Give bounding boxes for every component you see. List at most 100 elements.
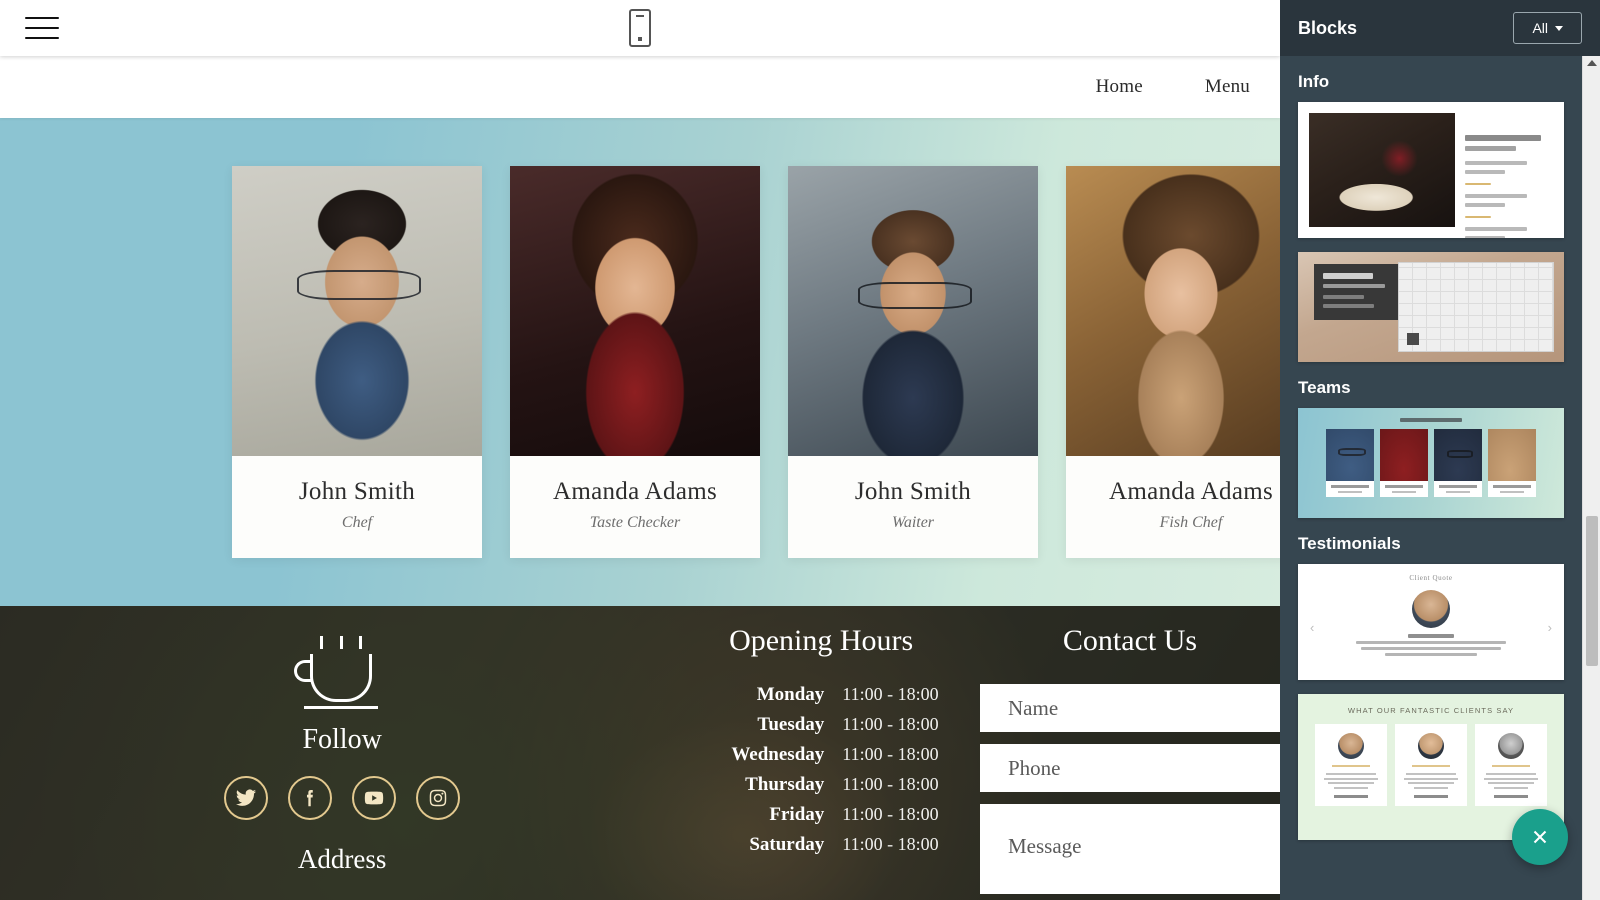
hours-time: 11:00 - 18:00 xyxy=(842,744,939,764)
team-member-role: Taste Checker xyxy=(589,514,681,531)
thumb-avatar xyxy=(1412,590,1450,628)
hours-time: 11:00 - 18:00 xyxy=(842,804,939,824)
team-member-role: Chef xyxy=(341,514,373,531)
contact-us-heading: Contact Us xyxy=(1062,624,1198,657)
hours-time: 11:00 - 18:00 xyxy=(842,714,939,734)
blocks-panel-body[interactable]: Info Teams Testimonials Client Quote ‹ ›… xyxy=(1280,56,1582,900)
name-field[interactable]: Name xyxy=(980,684,1280,732)
thumb-map-image xyxy=(1398,262,1554,352)
team-member-info: John Smith Waiter xyxy=(788,456,1038,558)
address-heading: Address xyxy=(297,844,387,874)
category-filter-dropdown[interactable]: All xyxy=(1513,12,1582,44)
mobile-device-icon[interactable] xyxy=(629,9,651,47)
phone-field-placeholder: Phone xyxy=(1008,755,1061,780)
panel-scrollbar[interactable] xyxy=(1582,56,1600,900)
blocks-panel-title: Blocks xyxy=(1298,17,1358,38)
hours-row: Friday 11:00 - 18:00 xyxy=(684,804,958,826)
block-thumb-our-awesome-team[interactable] xyxy=(1298,408,1564,518)
team-member-role: Fish Chef xyxy=(1159,514,1223,531)
editor-toolbar xyxy=(0,0,1280,56)
team-member-name: John Smith xyxy=(298,478,416,505)
follow-heading: Follow xyxy=(302,724,382,755)
team-member-role: Waiter xyxy=(891,514,935,531)
footer-contact-column: Contact Us Name Phone Message xyxy=(958,606,1280,900)
hamburger-line xyxy=(25,27,59,29)
close-icon xyxy=(1533,830,1547,844)
hamburger-line xyxy=(25,37,59,39)
block-group-title-testimonials: Testimonials xyxy=(1298,534,1401,553)
team-member-photo xyxy=(510,166,760,456)
hamburger-line xyxy=(25,17,59,19)
hours-row: Tuesday 11:00 - 18:00 xyxy=(684,714,958,736)
team-card[interactable]: Amanda Adams Fish Chef xyxy=(1066,166,1280,558)
blocks-panel-header: Blocks All xyxy=(1280,0,1600,56)
team-member-name: Amanda Adams xyxy=(1109,478,1273,505)
hours-time: 11:00 - 18:00 xyxy=(842,834,939,854)
hours-day: Thursday xyxy=(745,774,825,795)
team-member-name: Amanda Adams xyxy=(553,478,717,505)
facebook-icon[interactable] xyxy=(288,776,333,820)
hours-time: 11:00 - 18:00 xyxy=(842,774,939,794)
team-member-info: Amanda Adams Taste Checker xyxy=(510,456,760,558)
nav-link-home[interactable]: Home xyxy=(1096,76,1143,98)
nav-link-menu[interactable]: Menu xyxy=(1205,76,1250,98)
hours-row: Monday 11:00 - 18:00 xyxy=(684,684,958,706)
hours-day: Friday xyxy=(769,804,825,825)
hours-day: Wednesday xyxy=(731,744,825,765)
scroll-up-arrow-icon[interactable] xyxy=(1586,60,1597,66)
team-member-photo xyxy=(1066,166,1280,456)
thumb-caption: Client Quote xyxy=(1409,574,1453,582)
thumb-testimonial-card xyxy=(1395,724,1467,806)
thumb-testimonial-card xyxy=(1475,724,1547,806)
twitter-icon[interactable] xyxy=(224,776,269,820)
block-thumb-map-location[interactable] xyxy=(1298,252,1564,362)
social-links xyxy=(0,776,684,820)
thumb-text xyxy=(1465,113,1553,238)
category-filter-label: All xyxy=(1532,20,1548,36)
team-card[interactable]: John Smith Waiter xyxy=(788,166,1038,558)
thumb-image xyxy=(1309,113,1455,227)
team-card[interactable]: Amanda Adams Taste Checker xyxy=(510,166,760,558)
coffee-cup-logo-icon xyxy=(294,634,386,712)
hamburger-menu-icon[interactable] xyxy=(25,14,59,42)
hours-day: Tuesday xyxy=(757,714,825,735)
chevron-down-icon xyxy=(1555,25,1563,31)
thumb-team-card xyxy=(1326,429,1374,497)
hours-time: 11:00 - 18:00 xyxy=(842,684,939,704)
team-card[interactable]: John Smith Chef xyxy=(232,166,482,558)
hours-row: Wednesday 11:00 - 18:00 xyxy=(684,744,958,766)
thumb-caption-box xyxy=(1314,264,1410,320)
team-member-name: John Smith xyxy=(854,478,972,505)
block-thumb-restaurant-info[interactable] xyxy=(1298,102,1564,238)
team-section: John Smith Chef Amanda Adams Taste Check… xyxy=(0,118,1280,606)
message-field[interactable]: Message xyxy=(980,804,1280,894)
block-group-title-teams: Teams xyxy=(1298,378,1351,397)
team-member-info: Amanda Adams Fish Chef xyxy=(1066,456,1280,558)
block-thumb-client-quote[interactable]: Client Quote ‹ › xyxy=(1298,564,1564,680)
thumb-team-card xyxy=(1488,429,1536,497)
hours-row: Saturday 11:00 - 18:00 xyxy=(684,834,958,856)
scrollbar-thumb[interactable] xyxy=(1586,516,1598,666)
footer-follow-column: Follow Address xyxy=(0,606,684,900)
opening-hours-heading: Opening Hours xyxy=(729,624,914,657)
next-arrow-icon[interactable]: › xyxy=(1548,620,1552,635)
thumb-testimonial-card xyxy=(1315,724,1387,806)
site-footer: Follow Address Opening Hours Monday 11:0… xyxy=(0,606,1280,900)
blocks-panel: Blocks All Info Teams Testimonials Clien… xyxy=(1280,0,1600,900)
close-panel-button[interactable] xyxy=(1512,809,1568,865)
prev-arrow-icon[interactable]: ‹ xyxy=(1310,620,1314,635)
youtube-icon[interactable] xyxy=(352,776,397,820)
thumb-caption: WHAT OUR FANTASTIC CLIENTS SAY xyxy=(1347,706,1515,715)
message-field-placeholder: Message xyxy=(1008,834,1082,858)
app-root: Home Menu John Smith Chef Amanda Adams T… xyxy=(0,0,1600,900)
hours-day: Saturday xyxy=(749,834,825,855)
phone-field[interactable]: Phone xyxy=(980,744,1280,792)
hours-row: Thursday 11:00 - 18:00 xyxy=(684,774,958,796)
thumb-team-card xyxy=(1434,429,1482,497)
name-field-placeholder: Name xyxy=(1008,695,1059,720)
thumb-team-card xyxy=(1380,429,1428,497)
team-member-photo xyxy=(788,166,1038,456)
team-member-photo xyxy=(232,166,482,456)
instagram-icon[interactable] xyxy=(416,776,461,820)
footer-hours-column: Opening Hours Monday 11:00 - 18:00 Tuesd… xyxy=(684,606,958,900)
